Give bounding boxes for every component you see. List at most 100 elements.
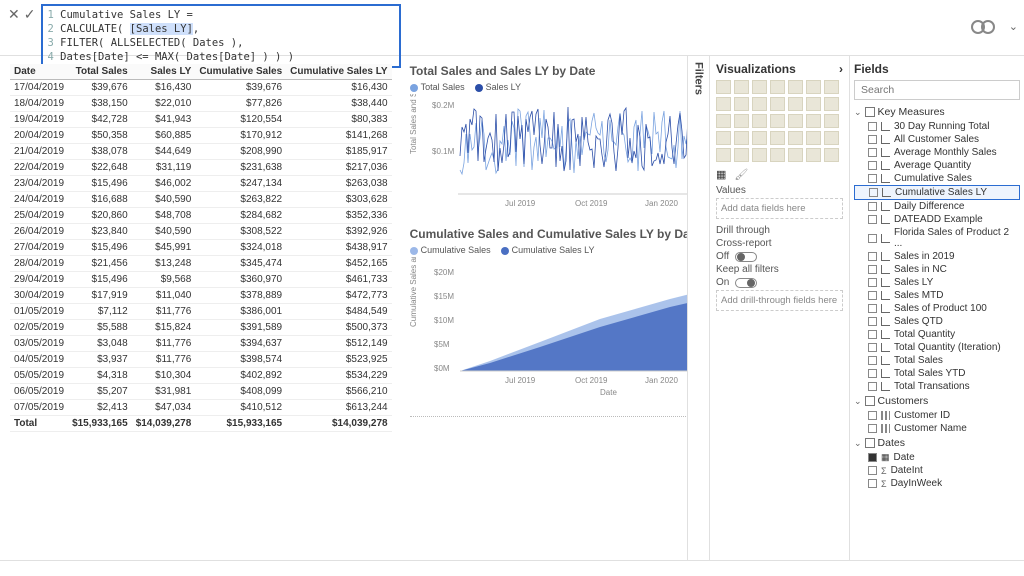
cancel-formula-icon[interactable]: ✕ bbox=[8, 6, 20, 23]
fields-search-input[interactable] bbox=[854, 80, 1020, 100]
field-item[interactable]: Sales of Product 100 bbox=[854, 302, 1020, 315]
checkbox-icon[interactable] bbox=[868, 265, 877, 274]
table-header-dates[interactable]: ⌄Dates bbox=[854, 435, 1020, 451]
viz-type-icon[interactable] bbox=[770, 131, 785, 145]
viz-type-icon[interactable] bbox=[770, 80, 785, 94]
cross-report-toggle[interactable] bbox=[735, 252, 757, 262]
field-item[interactable]: Sales MTD bbox=[854, 289, 1020, 302]
field-item[interactable]: Daily Difference bbox=[854, 200, 1020, 213]
checkbox-icon[interactable] bbox=[868, 411, 877, 420]
table-row[interactable]: 22/04/2019$22,648$31,119$231,638$217,036 bbox=[10, 160, 392, 176]
field-item[interactable]: Total Quantity bbox=[854, 328, 1020, 341]
checkbox-icon[interactable] bbox=[868, 278, 877, 287]
table-row[interactable]: 03/05/2019$3,048$11,776$394,637$512,149 bbox=[10, 336, 392, 352]
field-item[interactable]: Average Quantity bbox=[854, 159, 1020, 172]
viz-type-icon[interactable] bbox=[734, 131, 749, 145]
viz-type-icon[interactable] bbox=[806, 80, 821, 94]
viz-type-icon[interactable] bbox=[716, 131, 731, 145]
table-header-key-measures[interactable]: ⌄Key Measures bbox=[854, 104, 1020, 120]
table-header[interactable]: Cumulative Sales LY bbox=[286, 64, 391, 80]
viz-type-icon[interactable] bbox=[752, 131, 767, 145]
viz-type-icon[interactable] bbox=[824, 131, 839, 145]
checkbox-icon[interactable] bbox=[868, 122, 877, 131]
field-item[interactable]: ▦Date bbox=[854, 451, 1020, 464]
viz-type-icon[interactable] bbox=[716, 97, 731, 111]
checkbox-icon[interactable] bbox=[868, 252, 877, 261]
table-row[interactable]: 01/05/2019$7,112$11,776$386,001$484,549 bbox=[10, 304, 392, 320]
viz-type-icon[interactable] bbox=[824, 114, 839, 128]
viz-type-icon[interactable] bbox=[752, 97, 767, 111]
checkbox-icon[interactable] bbox=[868, 479, 877, 488]
viz-type-icon[interactable] bbox=[788, 148, 803, 162]
field-item[interactable]: Sales LY bbox=[854, 276, 1020, 289]
area-chart-cumulative[interactable]: Cumulative Sales and Cumulative Sales LY… bbox=[410, 227, 687, 400]
field-item[interactable]: Total Sales YTD bbox=[854, 367, 1020, 380]
table-row[interactable]: 20/04/2019$50,358$60,885$170,912$141,268 bbox=[10, 128, 392, 144]
table-row[interactable]: 06/05/2019$5,207$31,981$408,099$566,210 bbox=[10, 384, 392, 400]
checkbox-icon[interactable] bbox=[868, 343, 877, 352]
table-row[interactable]: 07/05/2019$2,413$47,034$410,512$613,244 bbox=[10, 400, 392, 416]
checkbox-icon[interactable] bbox=[868, 330, 877, 339]
field-item[interactable]: DATEADD Example bbox=[854, 213, 1020, 226]
viz-type-icon[interactable] bbox=[788, 97, 803, 111]
field-item[interactable]: Customer Name bbox=[854, 422, 1020, 435]
viz-type-icon[interactable] bbox=[806, 131, 821, 145]
table-row[interactable]: 26/04/2019$23,840$40,590$308,522$392,926 bbox=[10, 224, 392, 240]
field-item[interactable]: All Customer Sales bbox=[854, 133, 1020, 146]
checkbox-icon[interactable] bbox=[868, 234, 877, 243]
viz-type-icon[interactable] bbox=[824, 148, 839, 162]
checkbox-icon[interactable] bbox=[868, 369, 877, 378]
checkbox-icon[interactable] bbox=[868, 148, 877, 157]
field-item[interactable]: Total Quantity (Iteration) bbox=[854, 341, 1020, 354]
checkbox-icon[interactable] bbox=[868, 291, 877, 300]
field-item[interactable]: Sales in 2019 bbox=[854, 250, 1020, 263]
table-row[interactable]: 19/04/2019$42,728$41,943$120,554$80,383 bbox=[10, 112, 392, 128]
field-item[interactable]: Cumulative Sales bbox=[854, 172, 1020, 185]
table-header-customers[interactable]: ⌄Customers bbox=[854, 393, 1020, 409]
viz-type-icon[interactable] bbox=[770, 114, 785, 128]
commit-formula-icon[interactable]: ✓ bbox=[24, 6, 36, 23]
table-row[interactable]: 21/04/2019$38,078$44,649$208,990$185,917 bbox=[10, 144, 392, 160]
page-tabs-bar[interactable] bbox=[0, 560, 1024, 576]
viz-type-icon[interactable] bbox=[806, 148, 821, 162]
line-chart-total-sales[interactable]: Total Sales and Sales LY by Date Total S… bbox=[410, 64, 687, 217]
viz-type-icon[interactable] bbox=[752, 148, 767, 162]
viz-type-icon[interactable] bbox=[752, 114, 767, 128]
checkbox-icon[interactable] bbox=[869, 188, 878, 197]
viz-type-icon[interactable] bbox=[716, 148, 731, 162]
sync-slicers-icon[interactable] bbox=[971, 20, 995, 34]
checkbox-icon[interactable] bbox=[868, 317, 877, 326]
table-row[interactable]: 04/05/2019$3,937$11,776$398,574$523,925 bbox=[10, 352, 392, 368]
field-item[interactable]: Cumulative Sales LY bbox=[854, 185, 1020, 200]
table-row[interactable]: 24/04/2019$16,688$40,590$263,822$303,628 bbox=[10, 192, 392, 208]
checkbox-icon[interactable] bbox=[868, 304, 877, 313]
viz-type-icon[interactable] bbox=[770, 148, 785, 162]
viz-type-icon[interactable] bbox=[734, 114, 749, 128]
filters-pane-collapsed[interactable]: Filters bbox=[687, 56, 709, 560]
viz-type-icon[interactable] bbox=[716, 114, 731, 128]
table-row[interactable]: 30/04/2019$17,919$11,040$378,889$472,773 bbox=[10, 288, 392, 304]
table-header[interactable]: Cumulative Sales bbox=[195, 64, 286, 80]
keep-filters-toggle[interactable] bbox=[735, 278, 757, 288]
values-field-well[interactable]: Add data fields here bbox=[716, 198, 843, 219]
viz-type-icon[interactable] bbox=[770, 97, 785, 111]
field-item[interactable]: Average Monthly Sales bbox=[854, 146, 1020, 159]
table-header[interactable]: Date bbox=[10, 64, 68, 80]
field-item[interactable]: Florida Sales of Product 2 ... bbox=[854, 226, 1020, 250]
drillthrough-field-well[interactable]: Add drill-through fields here bbox=[716, 290, 843, 311]
field-item[interactable]: ΣDateInt bbox=[854, 464, 1020, 477]
table-header[interactable]: Total Sales bbox=[68, 64, 132, 80]
checkbox-icon[interactable] bbox=[868, 453, 877, 462]
table-row[interactable]: 28/04/2019$21,456$13,248$345,474$452,165 bbox=[10, 256, 392, 272]
viz-type-icon[interactable] bbox=[716, 80, 731, 94]
viz-type-icon[interactable] bbox=[734, 97, 749, 111]
table-row[interactable]: 23/04/2019$15,496$46,002$247,134$263,038 bbox=[10, 176, 392, 192]
viz-type-icon[interactable] bbox=[734, 80, 749, 94]
checkbox-icon[interactable] bbox=[868, 174, 877, 183]
viz-type-icon[interactable] bbox=[806, 114, 821, 128]
table-row[interactable]: 17/04/2019$39,676$16,430$39,676$16,430 bbox=[10, 80, 392, 96]
checkbox-icon[interactable] bbox=[868, 424, 877, 433]
viz-type-icon[interactable] bbox=[788, 114, 803, 128]
viz-type-icon[interactable] bbox=[788, 131, 803, 145]
checkbox-icon[interactable] bbox=[868, 161, 877, 170]
